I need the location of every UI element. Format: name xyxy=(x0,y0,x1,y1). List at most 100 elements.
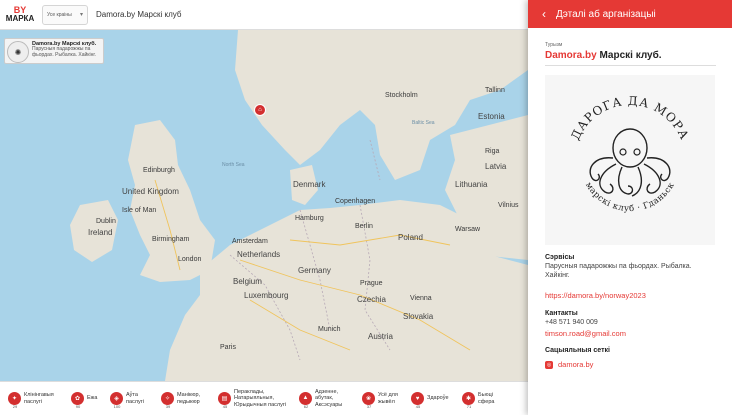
svg-text:ДАРОГА ДА МОРА: ДАРОГА ДА МОРА xyxy=(568,94,691,142)
category-label: Аўта паслугі xyxy=(126,392,144,405)
map-label-north-sea: North Sea xyxy=(222,162,245,168)
chevron-down-icon: ▾ xyxy=(79,12,83,18)
category-label: Клінінгавыя паслугі xyxy=(24,392,54,405)
map-label-austria: Austria xyxy=(368,332,393,341)
map-label-stockholm: Stockholm xyxy=(385,92,418,99)
category-auto[interactable]: ◈ 100 Аўта паслугі xyxy=(110,392,154,409)
popup-description: Парусныя падарожжы па фьордах. Рыбалка. … xyxy=(32,46,96,58)
map-label-united-kingdom: United Kingdom xyxy=(122,187,179,196)
org-logo: ДАРОГА ДА МОРА марскі клуб · Гданьск xyxy=(545,75,715,245)
broom-icon: ✦ 29 xyxy=(8,392,21,409)
category-count: 90 xyxy=(75,404,81,409)
shirt-icon: ▲ 62 xyxy=(299,391,312,409)
category-count: 45 xyxy=(415,404,421,409)
panel-title: Дэталі аб арганізацыі xyxy=(556,8,656,20)
category-manicure[interactable]: ✧ 39 Манікюр, педыкюр xyxy=(161,392,211,409)
services-text: Парусныя падарожжы па фьордах. Рыбалка. … xyxy=(545,263,692,279)
logo-top-text: ДАРОГА ДА МОРА xyxy=(568,94,690,142)
logo-marka: МАРКА xyxy=(5,14,35,23)
map-label-vienna: Vienna xyxy=(410,295,432,302)
category-label: Здароўе xyxy=(427,395,449,402)
instagram-icon: ◎ xyxy=(545,360,553,369)
lipstick-icon: ✱ 71 xyxy=(462,392,475,409)
category-translations[interactable]: ▤ 45 Пераклады, Натарыяльныя, Юрыдычныя па… xyxy=(218,389,292,409)
social-link-text: damora.by xyxy=(558,360,594,370)
email-link[interactable]: timson.road@gmail.com xyxy=(545,329,716,338)
map-label-czechia: Czechia xyxy=(357,295,386,304)
category-count: 100 xyxy=(113,404,121,409)
map-label-london: London xyxy=(178,256,202,263)
divider xyxy=(545,65,716,66)
map-label-prague: Prague xyxy=(360,280,383,287)
map-label-paris: Paris xyxy=(220,344,236,351)
social-link-instagram[interactable]: ◎ damora.by xyxy=(545,360,716,369)
car-icon: ◈ 100 xyxy=(110,392,123,409)
country-select-value: Усе краіны xyxy=(47,11,72,18)
search-input[interactable]: Damora.by Марскі клуб xyxy=(96,10,181,19)
map-label-amsterdam: Amsterdam xyxy=(232,238,268,245)
country-select[interactable]: Усе краіны ▾ xyxy=(42,4,88,25)
map-label-riga: Riga xyxy=(485,148,500,155)
back-arrow-icon[interactable]: ‹ xyxy=(542,7,546,21)
map-label-munich: Munich xyxy=(318,326,341,333)
heart-icon: ♥ 45 xyxy=(411,392,424,409)
category-count: 39 xyxy=(165,404,171,409)
food-icon: ✿ 90 xyxy=(71,392,84,409)
map-view[interactable]: Stockholm Tallinn Estonia Riga Latvia Li… xyxy=(0,30,528,381)
map-label-copenhagen: Copenhagen xyxy=(335,198,376,205)
category-label: Усё для жывёл xyxy=(378,392,398,405)
map-label-berlin: Berlin xyxy=(355,223,373,230)
location-pin-icon[interactable]: ⌂ xyxy=(254,104,266,116)
org-category: Турызм xyxy=(545,42,563,48)
category-food[interactable]: ✿ 90 Ежа xyxy=(71,392,103,409)
category-bar: ✦ 29 Клінінгавыя паслугі ✿ 90 Ежа ◈ 100 Аўта п… xyxy=(0,381,528,415)
map-label-lithuania: Lithuania xyxy=(455,180,488,189)
map-label-birmingham: Birmingham xyxy=(152,236,190,243)
map-label-poland: Poland xyxy=(398,233,423,242)
map-label-germany: Germany xyxy=(298,266,331,275)
map-label-netherlands: Netherlands xyxy=(237,250,281,259)
nail-icon: ✧ 39 xyxy=(161,392,174,409)
category-count: 62 xyxy=(303,403,309,409)
category-label: Ежа xyxy=(87,395,98,402)
category-count: 29 xyxy=(12,404,18,409)
category-cleaning[interactable]: ✦ 29 Клінінгавыя паслугі xyxy=(8,392,64,409)
map-popup-card[interactable]: ✺ Damora.by Марскі клуб. Парусныя падаро… xyxy=(4,38,104,64)
category-count: 71 xyxy=(466,404,472,409)
map-label-vilnius: Vilnius xyxy=(498,202,519,209)
category-health[interactable]: ♥ 45 Здароўе xyxy=(411,392,455,409)
category-beauty[interactable]: ✱ 71 Бьюці сфера xyxy=(462,392,498,409)
category-count: 37 xyxy=(366,404,372,409)
map-label-estonia: Estonia xyxy=(478,112,505,121)
social-title: Сацыяльныя сеткі xyxy=(545,347,610,355)
map-label-dublin: Dublin xyxy=(96,218,116,225)
category-label: Бьюці сфера xyxy=(478,392,495,405)
phone-number[interactable]: +48 571 940 009 xyxy=(545,319,716,328)
map-label-warsaw: Warsaw xyxy=(455,226,481,233)
map-canvas xyxy=(70,30,528,381)
map-label-baltic-sea: Baltic Sea xyxy=(412,120,435,126)
map-label-tallinn: Tallinn xyxy=(485,87,505,94)
category-label: Пераклады, Натарыяльныя, Юрыдычныя паслу… xyxy=(234,389,287,408)
octopus-logo-icon: ДАРОГА ДА МОРА марскі клуб · Гданьск xyxy=(568,94,691,214)
org-name: Марскі клуб. xyxy=(596,50,662,61)
services-title: Сэрвісы xyxy=(545,254,575,261)
org-title: Damora.by Марскі клуб. xyxy=(545,50,716,61)
map-label-edinburgh: Edinburgh xyxy=(143,167,175,174)
paw-icon: ❀ 37 xyxy=(362,392,375,409)
document-icon: ▤ 45 xyxy=(218,391,231,409)
contacts-title: Кантакты xyxy=(545,309,578,317)
map-label-ireland: Ireland xyxy=(88,228,113,237)
category-count: 45 xyxy=(222,403,228,409)
category-label: Манікюр, педыкюр xyxy=(177,392,201,405)
category-clothing[interactable]: ▲ 62 Адзенне, абутак, Аксэсуары xyxy=(299,389,355,409)
panel-header: ‹ Дэталі аб арганізацыі xyxy=(528,0,732,28)
website-link[interactable]: https://damora.by/norway2023 xyxy=(545,291,716,300)
organization-details-panel: ‹ Дэталі аб арганізацыі Турызм Damora.by… xyxy=(528,0,732,415)
octopus-logo-icon: ✺ xyxy=(7,41,29,63)
top-bar: BY МАРКА Усе краіны ▾ Damora.by Марскі к… xyxy=(0,0,528,30)
category-label: Адзенне, абутак, Аксэсуары xyxy=(315,389,343,408)
map-label-luxembourg: Luxembourg xyxy=(244,291,289,300)
category-pets[interactable]: ❀ 37 Усё для жывёл xyxy=(362,392,404,409)
site-logo[interactable]: BY МАРКА xyxy=(0,0,40,30)
